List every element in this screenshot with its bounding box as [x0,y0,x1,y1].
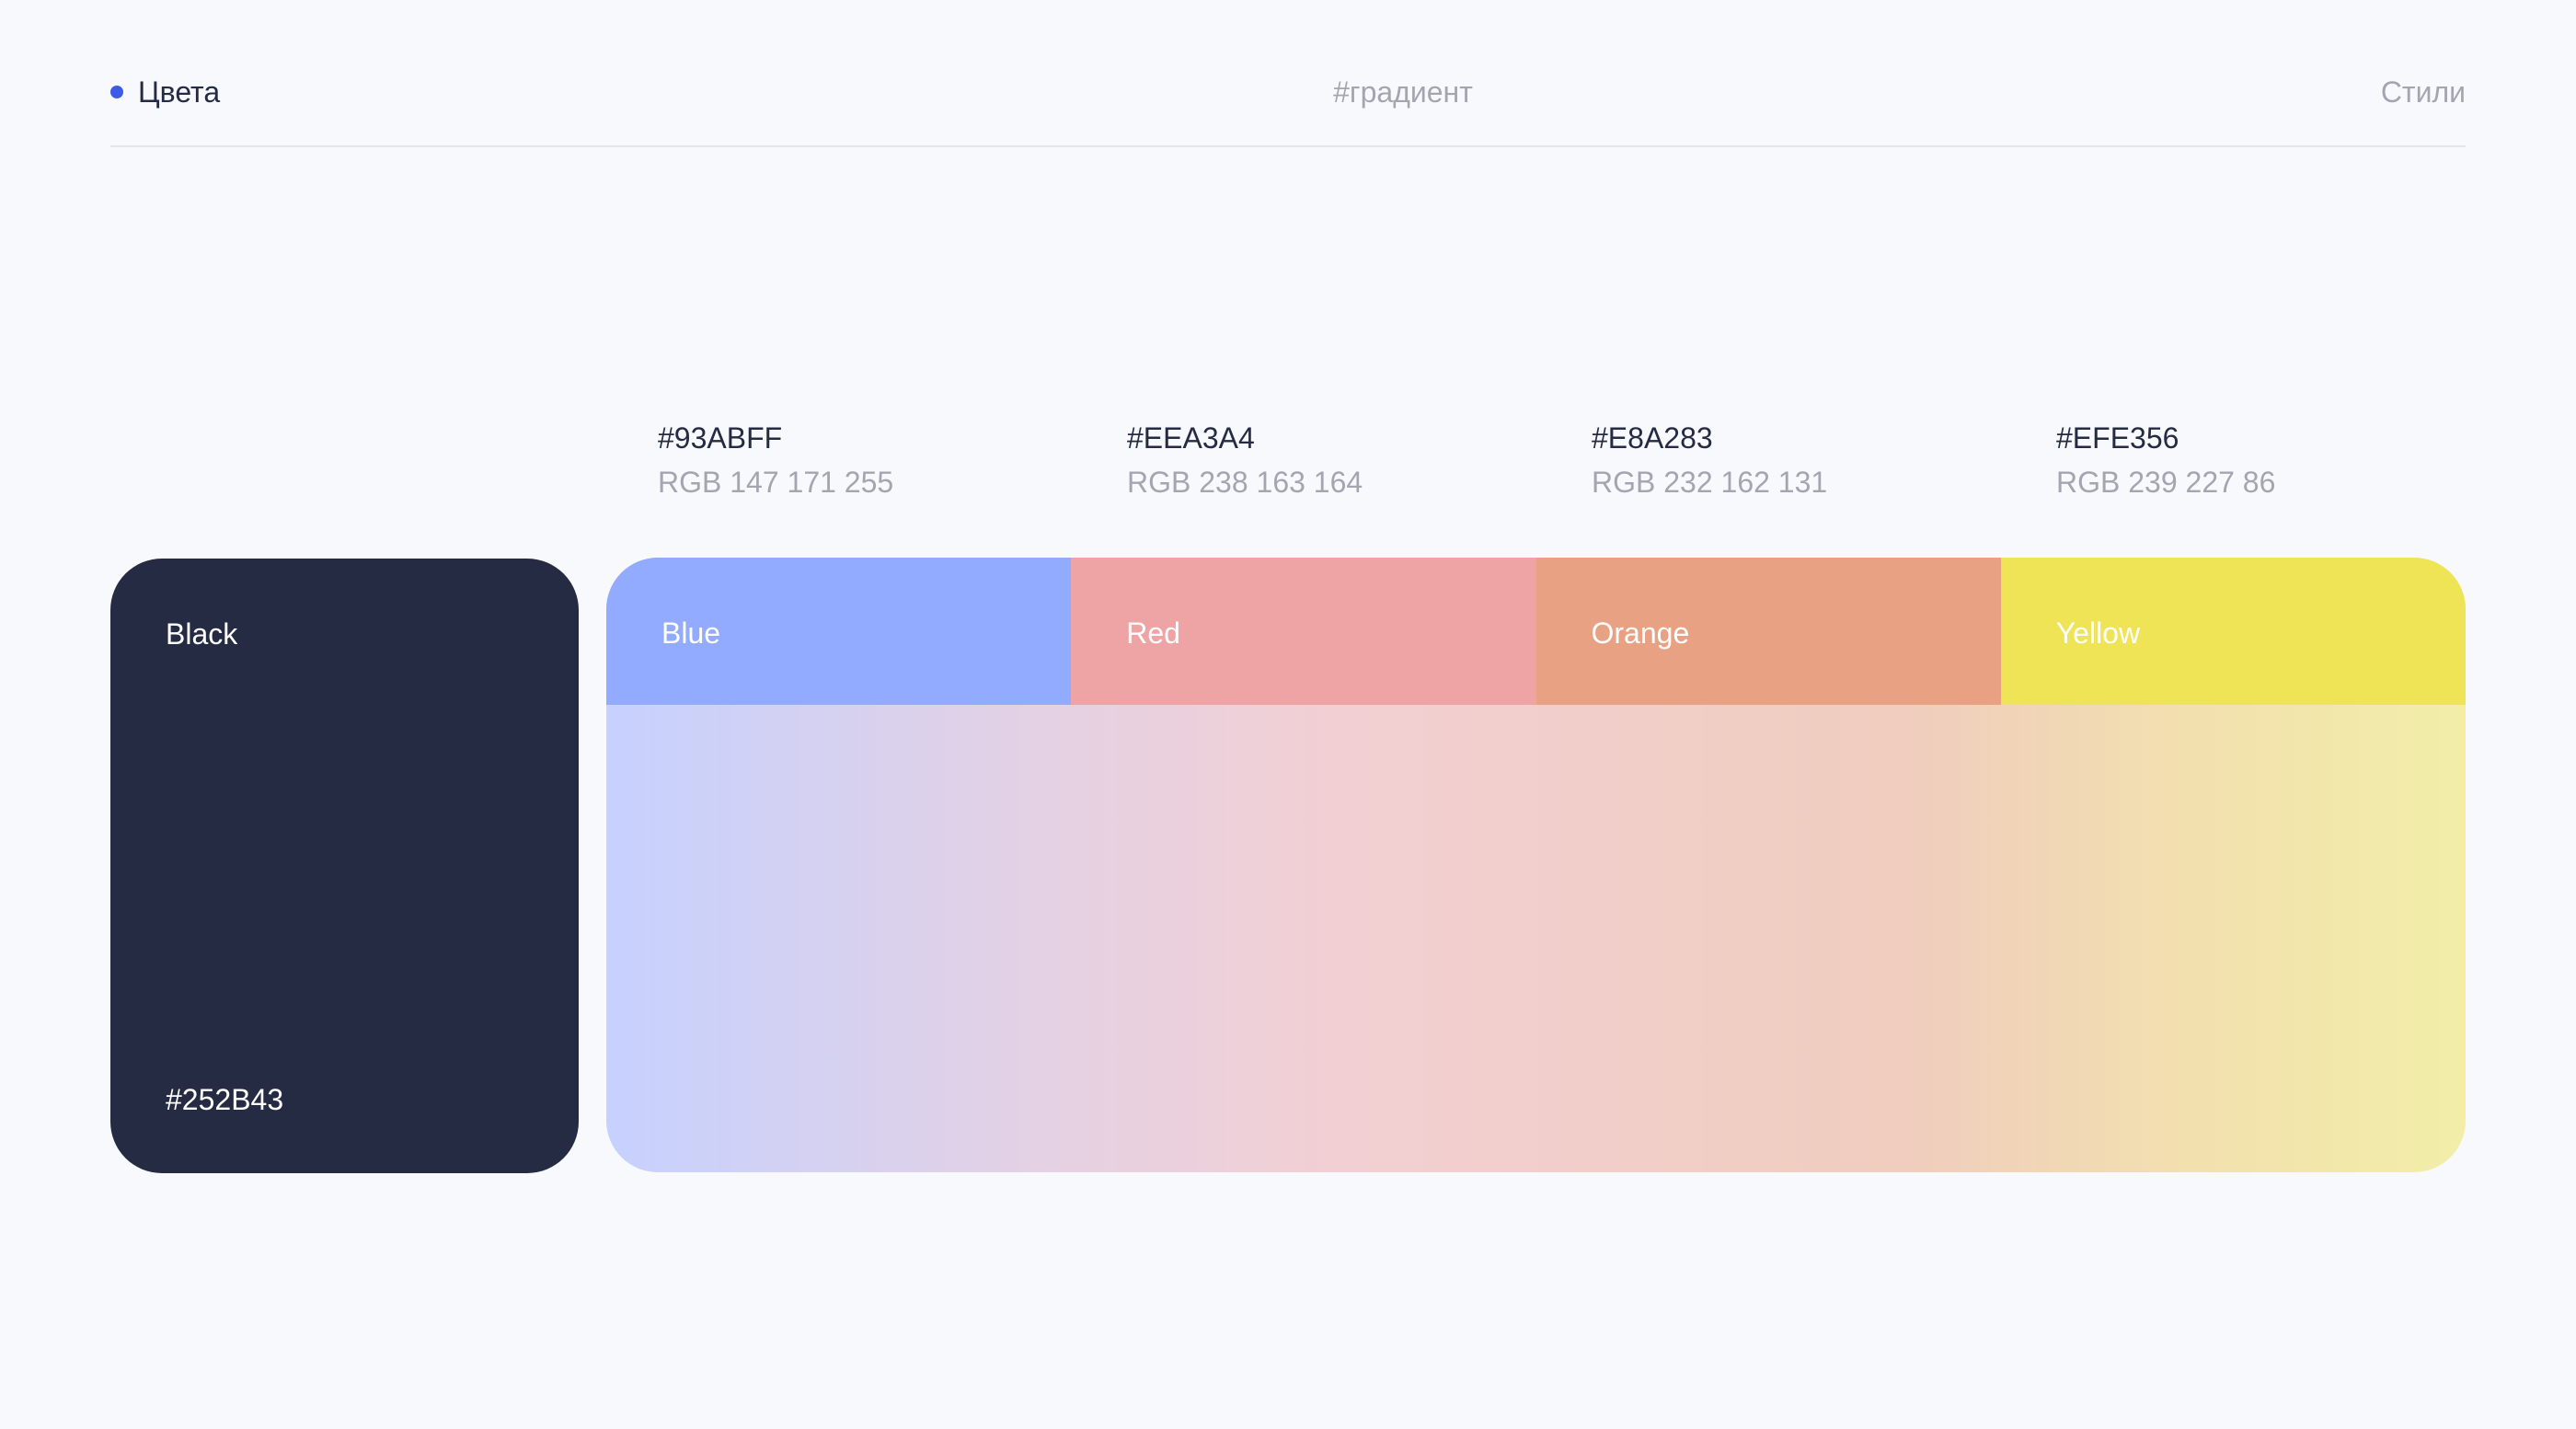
swatch-name: Blue [661,617,721,650]
gradient-tag[interactable]: #градиент [1333,75,1473,109]
black-color-card[interactable]: Black #252B43 [110,559,579,1173]
swatch-label-red: #EEA3A4 RGB 238 163 164 [1127,418,1363,502]
black-color-name: Black [166,617,238,651]
nav-current-section[interactable]: Цвета [110,72,220,112]
nav-styles-link[interactable]: Стили [2381,72,2466,112]
swatch-hex: #EFE356 [2056,421,2179,455]
palette-swatch-row: Blue Red Orange Yellow [606,558,2466,705]
active-dot-icon [110,86,123,98]
section-title: Цвета [138,75,221,109]
swatch-label-yellow: #EFE356 RGB 239 227 86 [2056,418,2275,502]
gradient-palette: Blue Red Orange Yellow [606,558,2466,1172]
swatch-label-blue: #93ABFF RGB 147 171 255 [658,418,893,502]
swatch-red[interactable]: Red [1071,558,1536,705]
swatch-hex: #EEA3A4 [1127,421,1255,455]
swatch-orange[interactable]: Orange [1535,558,2001,705]
swatch-rgb: RGB 147 171 255 [658,466,894,499]
swatch-label-orange: #E8A283 RGB 232 162 131 [1592,418,1827,502]
header: Цвета #градиент Стили [110,0,2466,147]
swatch-hex: #E8A283 [1592,421,1713,455]
swatch-yellow[interactable]: Yellow [2000,558,2466,705]
swatch-rgb: RGB 239 227 86 [2056,466,2276,499]
swatch-name: Red [1126,617,1180,650]
swatch-name: Orange [1591,617,1690,650]
black-color-hex: #252B43 [166,1083,284,1116]
swatch-rgb: RGB 232 162 131 [1592,466,1828,499]
swatch-rgb: RGB 238 163 164 [1127,466,1363,499]
swatch-hex: #93ABFF [658,421,783,455]
swatch-blue[interactable]: Blue [606,558,1072,705]
nav-center: #градиент [110,72,2466,112]
swatch-name: Yellow [2055,617,2141,650]
